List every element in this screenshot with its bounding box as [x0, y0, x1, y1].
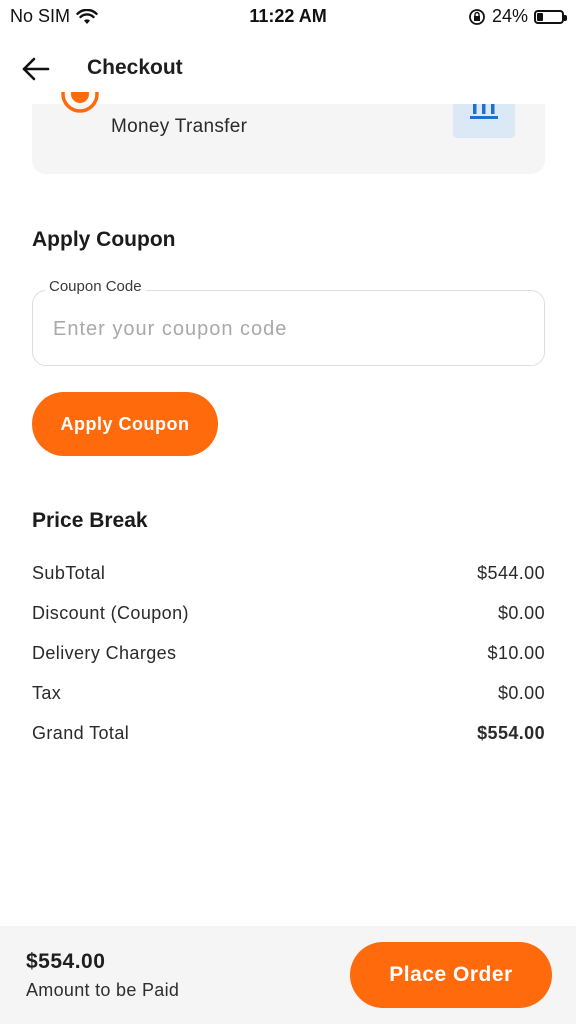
radio-selected-icon[interactable] [60, 92, 100, 116]
apply-coupon-button[interactable]: Apply Coupon [32, 392, 218, 456]
back-button[interactable] [20, 54, 54, 84]
price-label: Discount (Coupon) [32, 603, 189, 623]
battery-percent: 24% [491, 6, 528, 26]
price-row-discount: Discount (Coupon) $0.00 [32, 603, 545, 627]
price-value: $0.00 [497, 603, 545, 623]
price-value: $554.00 [477, 723, 545, 743]
place-order-button[interactable]: Place Order [350, 942, 552, 1008]
status-right: 24% [468, 6, 567, 27]
price-label: Delivery Charges [32, 643, 177, 663]
payment-method-card[interactable]: Money Transfer [32, 92, 545, 174]
battery-icon [534, 9, 567, 24]
coupon-code-label: Coupon Code [45, 278, 146, 295]
price-label: Grand Total [32, 723, 130, 743]
price-value: $544.00 [477, 563, 545, 583]
price-label: SubTotal [32, 563, 106, 583]
price-label: Tax [32, 683, 62, 703]
coupon-code-field[interactable]: Coupon Code [32, 278, 545, 366]
checkout-footer: $554.00 Amount to be Paid Place Order [0, 926, 576, 1024]
price-break-heading: Price Break [32, 509, 148, 532]
price-value: $10.00 [487, 643, 545, 663]
page-title: Checkout [87, 56, 183, 79]
apply-coupon-heading: Apply Coupon [32, 228, 176, 251]
amount-to-pay: $554.00 [26, 950, 106, 973]
price-row-subtotal: SubTotal $544.00 [32, 563, 545, 587]
price-row-tax: Tax $0.00 [32, 683, 545, 707]
orientation-lock-icon [469, 8, 485, 25]
coupon-input[interactable] [51, 311, 525, 347]
arrow-left-icon [22, 57, 50, 81]
status-bar: No SIM 11:22 AM 24% [0, 0, 576, 34]
payment-method-label: Money Transfer [111, 116, 248, 137]
bank-icon-glyph [470, 104, 498, 119]
price-row-grand-total: Grand Total $554.00 [32, 723, 545, 747]
price-value: $0.00 [497, 683, 545, 703]
amount-caption: Amount to be Paid [26, 980, 180, 1000]
bank-icon [453, 104, 515, 138]
battery-fill [537, 12, 543, 21]
price-row-delivery: Delivery Charges $10.00 [32, 643, 545, 667]
